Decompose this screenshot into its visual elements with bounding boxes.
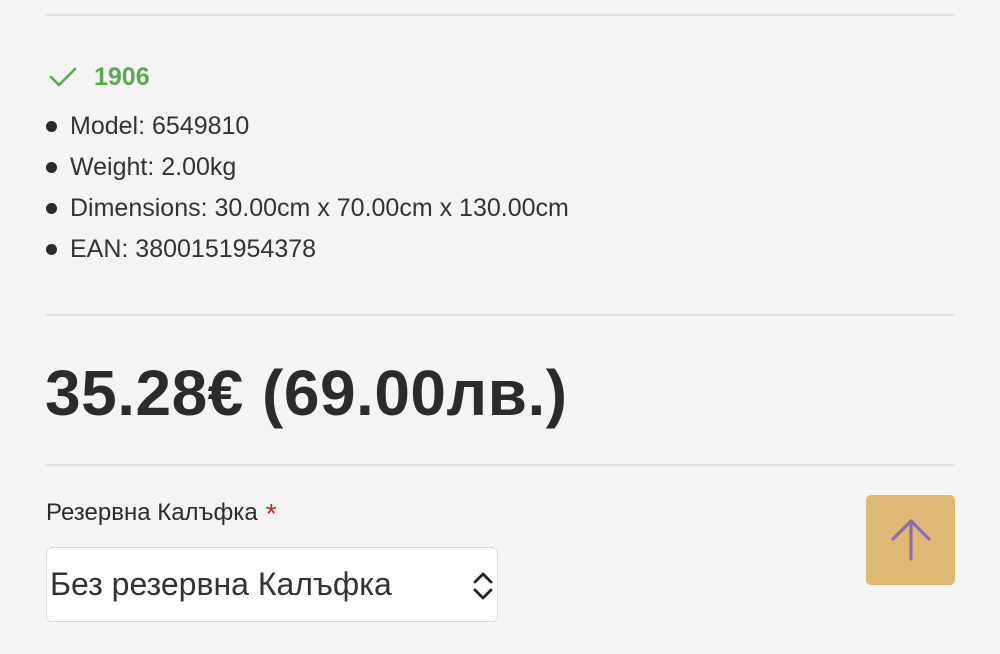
- divider-top: [45, 14, 955, 16]
- stock-label: 1906: [94, 62, 150, 91]
- divider-bottom: [45, 464, 955, 466]
- spec-text: Model: 6549810: [70, 112, 250, 140]
- divider-middle: [45, 314, 955, 316]
- spec-list: Model: 6549810 Weight: 2.00kg Dimensions…: [46, 106, 569, 270]
- back-to-top-button[interactable]: [866, 495, 955, 585]
- spec-item-weight: Weight: 2.00kg: [46, 147, 569, 188]
- bullet-icon: [46, 203, 57, 214]
- product-details: 1906 Model: 6549810 Weight: 2.00kg Dimen…: [0, 0, 1000, 654]
- bullet-icon: [46, 244, 57, 255]
- bullet-icon: [46, 162, 57, 173]
- required-mark: *: [265, 498, 277, 529]
- product-price: 35.28€ (69.00лв.): [45, 357, 568, 429]
- spec-text: Dimensions: 30.00cm x 70.00cm x 130.00cm: [70, 194, 569, 222]
- spec-text: EAN: 3800151954378: [70, 235, 317, 263]
- arrow-up-icon: [890, 519, 931, 561]
- spec-item-ean: EAN: 3800151954378: [46, 229, 569, 270]
- spec-text: Weight: 2.00kg: [70, 153, 237, 181]
- select-value: Без резервна Калъфка: [50, 566, 392, 602]
- spare-cover-select[interactable]: Без резервна Калъфка: [46, 547, 498, 622]
- option-label-text: Резервна Калъфка: [46, 499, 258, 526]
- check-icon: [49, 67, 77, 87]
- select-arrows-icon: [473, 572, 493, 600]
- option-label: Резервна Калъфка *: [46, 498, 277, 530]
- stock-status: 1906: [48, 62, 150, 92]
- spec-item-model: Model: 6549810: [46, 106, 569, 147]
- bullet-icon: [46, 121, 57, 132]
- spec-item-dimensions: Dimensions: 30.00cm x 70.00cm x 130.00cm: [46, 188, 569, 229]
